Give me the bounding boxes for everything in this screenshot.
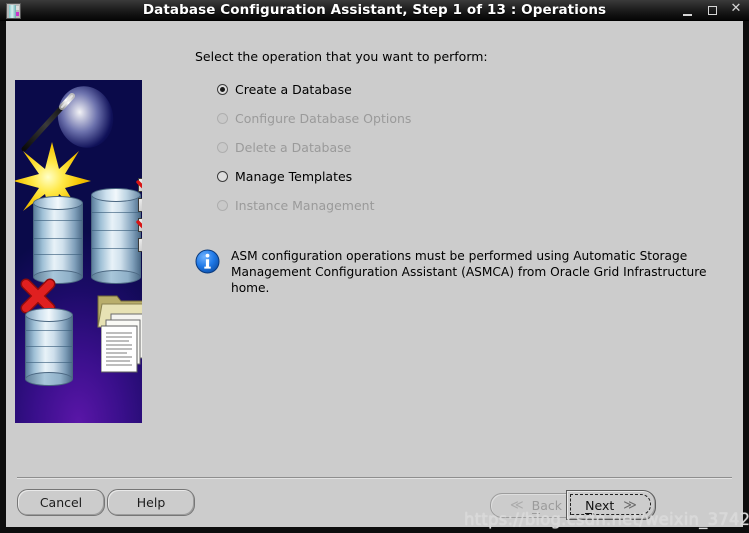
dialog-client-area: Select the operation that you want to pe… xyxy=(6,21,749,529)
back-button-label: Back xyxy=(531,498,562,514)
radio-manage-templates[interactable]: Manage Templates xyxy=(195,162,725,191)
radio-label: Delete a Database xyxy=(235,140,352,155)
back-mnemonic: B xyxy=(531,498,541,514)
window-title: Database Configuration Assistant, Step 1… xyxy=(142,2,607,18)
database-cylinder-delete xyxy=(25,308,73,386)
radio-delete-a-database: Delete a Database xyxy=(195,133,725,162)
maximize-icon[interactable] xyxy=(706,4,718,18)
radio-label: Manage Templates xyxy=(235,169,353,184)
info-note: ASM configuration operations must be per… xyxy=(195,248,725,296)
database-app-icon xyxy=(6,3,21,19)
next-button[interactable]: Next ≫ xyxy=(566,490,656,520)
chevron-left-icon: ≪ xyxy=(510,498,524,513)
radio-label: Configure Database Options xyxy=(235,111,412,126)
page-title: Select the operation that you want to pe… xyxy=(195,49,488,64)
footer-divider xyxy=(17,477,732,479)
radio-configure-database-options: Configure Database Options xyxy=(195,104,725,133)
checklist-icon xyxy=(136,178,142,256)
window-controls: ✕ xyxy=(682,0,742,21)
database-cylinder-front xyxy=(33,196,83,284)
minimize-icon[interactable] xyxy=(682,4,694,18)
documents-icon xyxy=(101,313,142,373)
cancel-button-label: Cancel xyxy=(39,495,83,510)
help-button-label: Help xyxy=(136,495,166,510)
database-cylinder-back xyxy=(91,188,141,284)
check-mark-icon xyxy=(136,220,142,229)
radio-label: Instance Management xyxy=(235,198,375,213)
info-icon xyxy=(195,249,220,274)
radio-indicator xyxy=(217,200,228,211)
check-mark-icon xyxy=(136,180,142,189)
radio-create-a-database[interactable]: Create a Database xyxy=(195,75,725,104)
operations-panel: Select the operation that you want to pe… xyxy=(195,49,725,296)
wizard-navigation: ≪ Back Next ≫ xyxy=(490,490,656,520)
back-label-rest: ack xyxy=(540,498,562,513)
close-icon[interactable]: ✕ xyxy=(730,2,742,18)
radio-indicator xyxy=(217,84,228,95)
dbca-window: Database Configuration Assistant, Step 1… xyxy=(0,0,749,533)
radio-indicator xyxy=(217,113,228,124)
focus-ring xyxy=(570,494,651,515)
radio-indicator xyxy=(217,171,228,182)
radio-instance-management: Instance Management xyxy=(195,191,725,220)
info-note-text: ASM configuration operations must be per… xyxy=(231,249,707,295)
window-titlebar[interactable]: Database Configuration Assistant, Step 1… xyxy=(0,0,749,21)
radio-indicator xyxy=(217,142,228,153)
cancel-button[interactable]: Cancel xyxy=(17,489,105,516)
radio-label: Create a Database xyxy=(235,82,352,97)
help-button[interactable]: Help xyxy=(107,489,195,516)
dbca-wizard-illustration xyxy=(15,80,142,423)
